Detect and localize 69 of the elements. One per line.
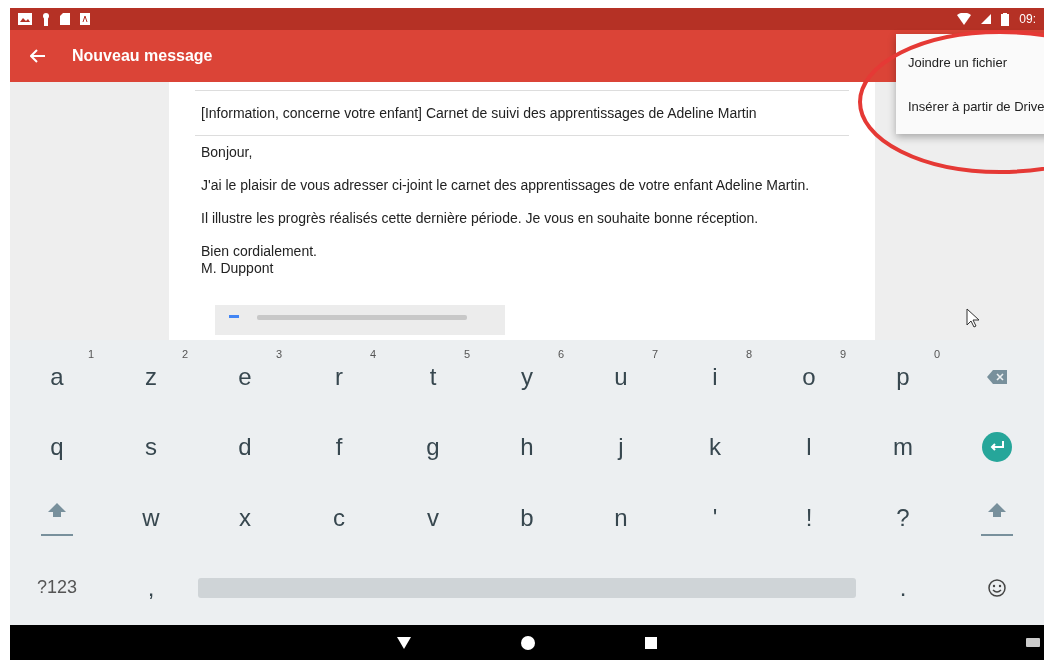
body-text: M. Duppont	[201, 260, 275, 277]
keyboard-key[interactable]: !	[762, 482, 856, 553]
keyboard-key[interactable]: i 8	[668, 342, 762, 413]
keyboard-key[interactable]: q	[10, 412, 104, 483]
keyboard-key[interactable]: r 4	[292, 342, 386, 413]
key-hint: 5	[463, 348, 470, 360]
key-hint: 6	[557, 348, 564, 360]
back-icon[interactable]	[397, 636, 411, 649]
body-text: Bonjour,	[201, 144, 254, 161]
keyboard-key[interactable]: z 2	[104, 342, 198, 413]
keyboard-key[interactable]: .	[856, 552, 950, 623]
keyboard-key[interactable]: p 0	[856, 342, 950, 413]
key-hint: 0	[933, 348, 940, 360]
keyboard-key[interactable]: '	[668, 482, 762, 553]
emoji-icon[interactable]	[988, 578, 1006, 597]
wifi-icon	[957, 13, 972, 25]
clock-time: 09:	[1019, 12, 1036, 26]
keyboard-key[interactable]: t 5	[386, 342, 480, 413]
file-icon	[229, 315, 239, 318]
keyboard-key[interactable]: c	[292, 482, 386, 553]
menu-item[interactable]: Joindre un fichier	[896, 40, 1044, 84]
key-hint: 4	[369, 348, 376, 360]
keyboard-key[interactable]: k	[668, 412, 762, 483]
menu-item[interactable]: Insérer à partir de Drive	[896, 84, 1044, 128]
keyboard-key[interactable]: j	[574, 412, 668, 483]
body-text: J'ai le plaisir de vous adresser ci-joint le carnet des apprentissages de votre enfant Adeline Martin.	[201, 177, 811, 194]
symbols-key[interactable]: ?123	[10, 552, 104, 623]
key-hint: 3	[275, 348, 282, 360]
body-text: Bien cordialement.	[201, 243, 318, 260]
keyboard-key[interactable]: y 6	[480, 342, 574, 413]
keyboard-key[interactable]: v	[386, 482, 480, 553]
key-notification-icon	[42, 12, 50, 26]
keyboard-key[interactable]: d	[198, 412, 292, 483]
keyboard-key[interactable]: h	[480, 412, 574, 483]
home-icon[interactable]	[521, 635, 535, 650]
signal-icon	[981, 14, 992, 24]
key-hint: 9	[839, 348, 846, 360]
keyboard-key[interactable]: l	[762, 412, 856, 483]
body-text: Il illustre les progrès réalisés cette dernière période. Je vous en souhaite bonne réception.	[201, 210, 760, 227]
keyboard-key[interactable]: ,	[104, 552, 198, 623]
subject-line: [Information, concerne votre enfant] Carnet de suivi des apprentissages de Adeline Martin	[195, 90, 849, 136]
sd-card-icon	[60, 13, 70, 25]
keyboard-key[interactable]: a 1	[10, 342, 104, 413]
document-icon	[80, 13, 90, 25]
back-arrow-icon[interactable]	[30, 49, 46, 63]
keyboard-key[interactable]: ?	[856, 482, 950, 553]
keyboard-key[interactable]: o 9	[762, 342, 856, 413]
keyboard-key[interactable]: s	[104, 412, 198, 483]
keyboard-key[interactable]: f	[292, 412, 386, 483]
screen-title: Nouveau message	[72, 47, 213, 65]
backspace-icon[interactable]	[987, 370, 1007, 385]
mouse-pointer-icon	[966, 308, 980, 328]
battery-icon	[1001, 12, 1010, 26]
keyboard-key[interactable]: n	[574, 482, 668, 553]
keyboard-key[interactable]: w	[104, 482, 198, 553]
recents-icon[interactable]	[645, 636, 657, 649]
keyboard-key[interactable]: u 7	[574, 342, 668, 413]
enter-icon[interactable]	[982, 432, 1012, 463]
keyboard-key[interactable]: e 3	[198, 342, 292, 413]
photo-notification-icon	[18, 13, 32, 25]
key-hint: 7	[651, 348, 658, 360]
key-hint: 8	[745, 348, 752, 360]
keyboard-key[interactable]: b	[480, 482, 574, 553]
keyboard-key[interactable]: g	[386, 412, 480, 483]
key-hint: 2	[181, 348, 188, 360]
key-hint: 1	[87, 348, 94, 360]
keyboard-key[interactable]: m	[856, 412, 950, 483]
keyboard-icon[interactable]	[1026, 638, 1040, 647]
keyboard-key[interactable]: x	[198, 482, 292, 553]
